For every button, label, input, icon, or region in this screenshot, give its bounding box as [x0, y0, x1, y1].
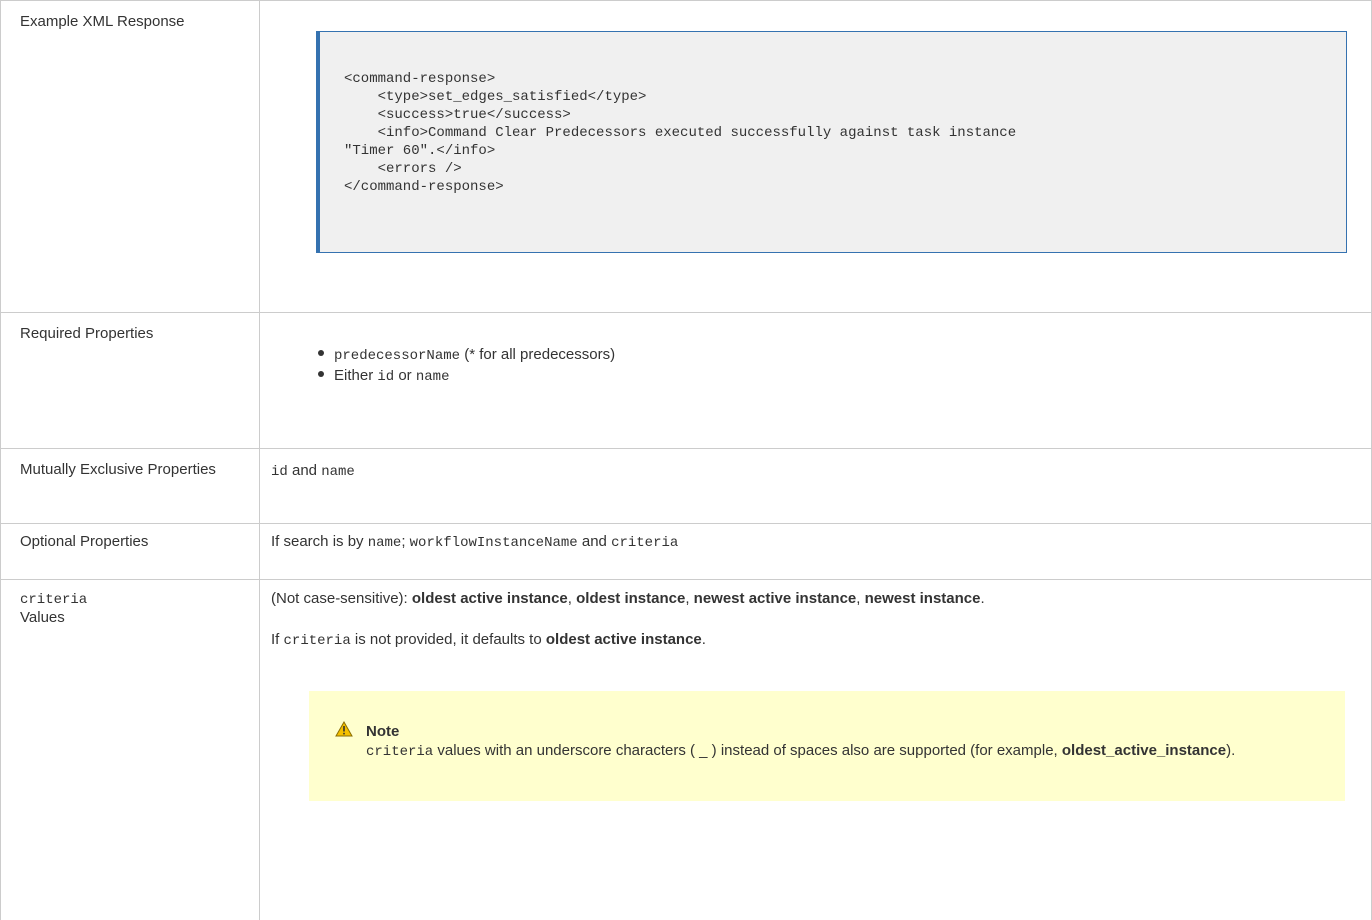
row-value-optional: If search is by name; workflowInstanceNa…: [260, 524, 1372, 580]
properties-table: Example XML Response <command-response> …: [0, 0, 1372, 920]
note-title: Note: [366, 723, 1325, 741]
xml-code: <command-response> <type>set_edges_satis…: [344, 70, 1346, 196]
note-body: criteria values with an underscore chara…: [366, 741, 1325, 762]
row-required-properties: Required Properties predecessorName (* f…: [1, 313, 1372, 449]
row-valid-criteria: criteriaValues (Not case-sensitive): old…: [1, 580, 1372, 920]
row-value-example-xml: <command-response> <type>set_edges_satis…: [260, 1, 1372, 313]
row-label-optional: Optional Properties: [1, 524, 260, 580]
note-panel: Note criteria values with an underscore …: [309, 691, 1345, 801]
code-block: <command-response> <type>set_edges_satis…: [316, 31, 1347, 253]
row-mutually-exclusive: Mutually Exclusive Properties id and nam…: [1, 449, 1372, 524]
list-item: Either id or name: [318, 366, 1359, 387]
criteria-default-line: If criteria is not provided, it defaults…: [271, 608, 1359, 650]
row-example-xml: Example XML Response <command-response> …: [1, 1, 1372, 313]
row-value-required: predecessorName (* for all predecessors)…: [260, 313, 1372, 449]
row-label-required: Required Properties: [1, 313, 260, 449]
row-label-mutual: Mutually Exclusive Properties: [1, 449, 260, 524]
row-label-example-xml: Example XML Response: [1, 1, 260, 313]
row-value-mutual: id and name: [260, 449, 1372, 524]
list-item: predecessorName (* for all predecessors): [318, 345, 1359, 366]
row-value-criteria: (Not case-sensitive): oldest active inst…: [260, 580, 1372, 920]
row-optional-properties: Optional Properties If search is by name…: [1, 524, 1372, 580]
required-list: predecessorName (* for all predecessors)…: [271, 313, 1359, 387]
row-label-criteria: criteriaValues: [1, 580, 260, 920]
criteria-values-line: (Not case-sensitive): oldest active inst…: [271, 580, 1359, 608]
warning-icon: [335, 721, 353, 737]
